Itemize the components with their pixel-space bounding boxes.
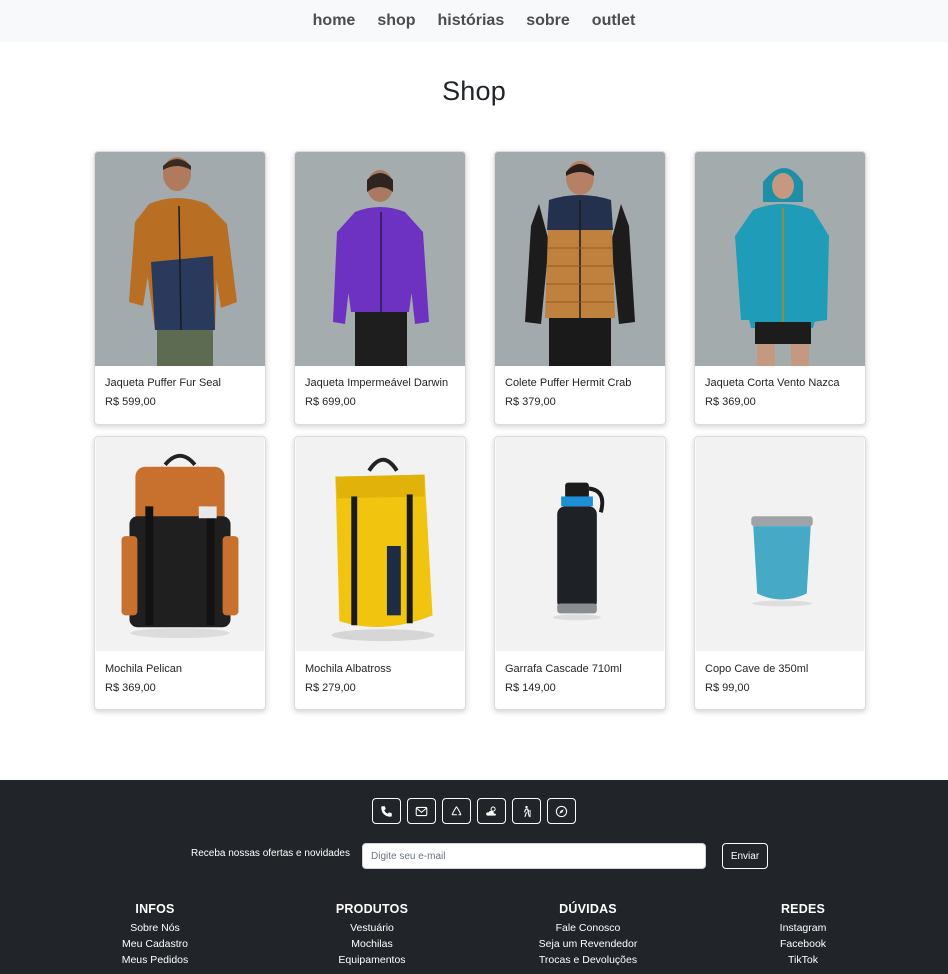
top-navbar: home shop histórias sobre outlet [0, 0, 948, 42]
nav-home[interactable]: home [313, 12, 356, 30]
footer-column-duvidas: DÚVIDAS Fale Conosco Seja um Revendedor … [488, 902, 688, 968]
product-card[interactable]: Copo Cave de 350ml R$ 99,00 [694, 436, 866, 710]
page-title: Shop [442, 76, 506, 106]
footer-link-trocas[interactable]: Trocas e Devoluções [488, 952, 688, 968]
product-image-mochila-albatross [295, 437, 465, 653]
product-price: R$ 149,00 [505, 682, 556, 694]
footer-link-meus-pedidos[interactable]: Meus Pedidos [55, 952, 255, 968]
hiking-icon[interactable] [512, 798, 541, 824]
footer-link-sobre-nos[interactable]: Sobre Nós [55, 920, 255, 936]
footer-column-title: DÚVIDAS [559, 902, 617, 916]
product-card[interactable]: Garrafa Cascade 710ml R$ 149,00 [494, 436, 666, 710]
product-price: R$ 99,00 [705, 682, 750, 694]
footer-link-vestuario[interactable]: Vestuário [272, 920, 472, 936]
footer-column-title: PRODUTOS [335, 902, 409, 916]
product-card[interactable]: Jaqueta Impermeável Darwin R$ 699,00 [294, 151, 466, 425]
footer-link-meu-cadastro[interactable]: Meu Cadastro [55, 936, 255, 952]
product-price: R$ 279,00 [305, 682, 356, 694]
send-button[interactable]: Enviar [722, 843, 768, 869]
product-image-jaqueta-darwin [295, 152, 465, 366]
mail-icon[interactable] [407, 798, 436, 824]
footer-link-instagram[interactable]: Instagram [703, 920, 903, 936]
product-price: R$ 699,00 [305, 396, 356, 408]
product-card[interactable]: Jaqueta Corta Vento Nazca R$ 369,00 [694, 151, 866, 425]
email-field[interactable] [362, 843, 706, 869]
cloud-sun-icon[interactable] [477, 798, 506, 824]
footer-link-tiktok[interactable]: TikTok [703, 952, 903, 968]
nav-outlet[interactable]: outlet [592, 12, 636, 30]
compass-icon[interactable] [547, 798, 576, 824]
newsletter-label: Receba nossas ofertas e novidades [191, 848, 350, 859]
product-image-jaqueta-nazca [695, 152, 865, 366]
footer-column-produtos: PRODUTOS Vestuário Mochilas Equipamentos [272, 902, 472, 968]
product-price: R$ 369,00 [105, 682, 156, 694]
product-name: Mochila Albatross [305, 663, 392, 675]
product-card[interactable]: Mochila Pelican R$ 369,00 [94, 436, 266, 710]
footer-link-facebook[interactable]: Facebook [703, 936, 903, 952]
recycle-icon[interactable] [442, 798, 471, 824]
footer-column-title: REDES [780, 902, 826, 916]
nav-shop[interactable]: shop [377, 12, 415, 30]
product-name: Jaqueta Impermeável Darwin [305, 377, 449, 389]
footer-icon-row [0, 798, 948, 824]
product-price: R$ 379,00 [505, 396, 556, 408]
footer-link-mochilas[interactable]: Mochilas [272, 936, 472, 952]
product-price: R$ 599,00 [105, 396, 156, 408]
footer-column-infos: INFOS Sobre Nós Meu Cadastro Meus Pedido… [55, 902, 255, 968]
phone-icon[interactable] [372, 798, 401, 824]
product-grid: Jaqueta Puffer Fur Seal R$ 599,00 Jaquet… [94, 151, 866, 710]
product-name: Jaqueta Corta Vento Nazca [705, 377, 840, 389]
nav-historias[interactable]: histórias [438, 12, 505, 30]
footer-column-redes: REDES Instagram Facebook TikTok [703, 902, 903, 968]
product-name: Colete Puffer Hermit Crab [505, 377, 632, 389]
footer-link-equipamentos[interactable]: Equipamentos [272, 952, 472, 968]
product-name: Mochila Pelican [105, 663, 183, 675]
product-image-copo-cave [695, 437, 865, 653]
footer-link-revendedor[interactable]: Seja um Revendedor [488, 936, 688, 952]
product-card[interactable]: Jaqueta Puffer Fur Seal R$ 599,00 [94, 151, 266, 425]
product-image-colete-hermit-crab [495, 152, 665, 366]
product-image-puffer-fur-seal [95, 152, 265, 366]
product-card[interactable]: Colete Puffer Hermit Crab R$ 379,00 [494, 151, 666, 425]
footer-column-title: INFOS [135, 902, 175, 916]
nav-sobre[interactable]: sobre [526, 12, 570, 30]
product-image-mochila-pelican [95, 437, 265, 653]
footer: Receba nossas ofertas e novidades Enviar… [0, 780, 948, 974]
product-image-garrafa-cascade [495, 437, 665, 653]
product-name: Jaqueta Puffer Fur Seal [105, 377, 221, 389]
product-name: Copo Cave de 350ml [705, 663, 809, 675]
footer-link-fale-conosco[interactable]: Fale Conosco [488, 920, 688, 936]
product-card[interactable]: Mochila Albatross R$ 279,00 [294, 436, 466, 710]
product-price: R$ 369,00 [705, 396, 756, 408]
product-name: Garrafa Cascade 710ml [505, 663, 622, 675]
